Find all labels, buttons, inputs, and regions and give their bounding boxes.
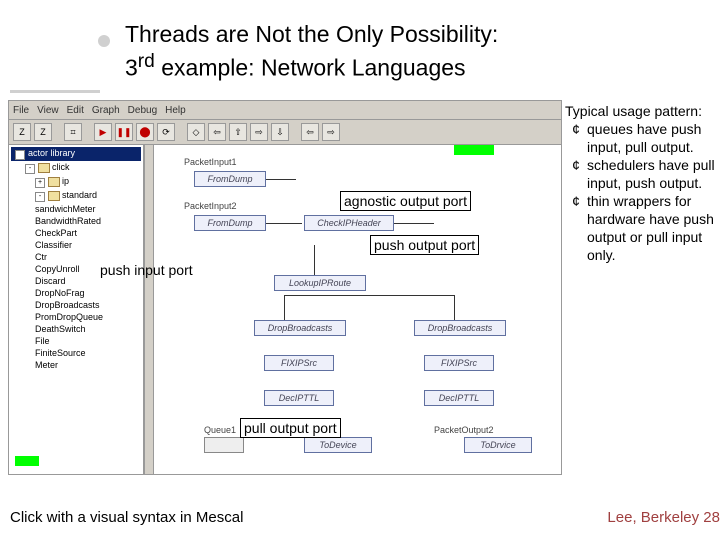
- tree-root[interactable]: -actor library: [11, 147, 141, 161]
- tree-item[interactable]: FiniteSource: [11, 347, 141, 359]
- node-dropbroadcasts[interactable]: DropBroadcasts: [254, 320, 346, 336]
- tree-item[interactable]: File: [11, 335, 141, 347]
- actor-library-tree[interactable]: -actor library -click +ip -standard sand…: [9, 145, 144, 475]
- menu-edit[interactable]: Edit: [67, 105, 84, 116]
- node-dropbroadcasts[interactable]: DropBroadcasts: [414, 320, 506, 336]
- nav-right-icon[interactable]: ⇨: [250, 123, 268, 141]
- folder-icon: [48, 177, 60, 187]
- bullet-icon: ¢: [565, 120, 587, 156]
- zoom-out-icon[interactable]: Z: [34, 123, 52, 141]
- title-line-1: Threads are Not the Only Possibility:: [125, 20, 680, 48]
- toolbar: Z Z ⌗ ▶ ❚❚ ⬤ ⟳ ◇ ⇦ ⇧ ⇨ ⇩ ⇦ ⇨: [9, 120, 561, 145]
- callout-push-input: push input port: [100, 262, 193, 278]
- node-decipttl[interactable]: DecIPTTL: [264, 390, 334, 406]
- tree-standard[interactable]: -standard: [11, 189, 141, 203]
- node-fromdump1[interactable]: FromDump: [194, 171, 266, 187]
- tree-item[interactable]: DropBroadcasts: [11, 299, 141, 311]
- tree-item[interactable]: DropNoFrag: [11, 287, 141, 299]
- menu-bar: File View Edit Graph Debug Help: [9, 101, 561, 120]
- bullet-schedulers: ¢ schedulers have pull input, push outpu…: [565, 156, 718, 192]
- tree-click[interactable]: -click: [11, 161, 141, 175]
- tree-ip[interactable]: +ip: [11, 175, 141, 189]
- decorative-dot: [98, 35, 110, 47]
- slide-title: Threads are Not the Only Possibility: 3r…: [125, 20, 680, 82]
- nav-diamond-icon[interactable]: ◇: [187, 123, 205, 141]
- expand-icon[interactable]: +: [35, 178, 45, 188]
- callout-pull-output: pull output port: [240, 420, 341, 436]
- node-queue1[interactable]: [204, 437, 244, 453]
- menu-debug[interactable]: Debug: [128, 105, 157, 116]
- menu-help[interactable]: Help: [165, 105, 186, 116]
- tree-item[interactable]: Classifier: [11, 239, 141, 251]
- stop-icon[interactable]: ⬤: [136, 123, 154, 141]
- node-label: PacketInput2: [184, 201, 237, 211]
- green-swatch: [15, 456, 39, 466]
- zoom-in-icon[interactable]: Z: [13, 123, 31, 141]
- node-lookupiproute[interactable]: LookupIPRoute: [274, 275, 366, 291]
- callout-push-output: push output port: [370, 237, 479, 253]
- expand-icon[interactable]: -: [25, 164, 35, 174]
- expand-icon[interactable]: -: [15, 150, 25, 160]
- tree-item[interactable]: PromDropQueue: [11, 311, 141, 323]
- menu-view[interactable]: View: [37, 105, 59, 116]
- bullet-wrappers: ¢ thin wrappers for hardware have push o…: [565, 192, 718, 264]
- expand-icon[interactable]: -: [35, 192, 45, 202]
- tree-item[interactable]: DeathSwitch: [11, 323, 141, 335]
- nav-up-icon[interactable]: ⇧: [229, 123, 247, 141]
- node-checkipheader[interactable]: CheckIPHeader: [304, 215, 394, 231]
- nav-down-icon[interactable]: ⇩: [271, 123, 289, 141]
- menu-file[interactable]: File: [13, 105, 29, 116]
- node-label: Queue1: [204, 425, 236, 435]
- node-label: PacketOutput2: [434, 425, 494, 435]
- tree-item[interactable]: Meter: [11, 359, 141, 371]
- step-icon[interactable]: ⟳: [157, 123, 175, 141]
- bullet-queues: ¢ queues have push input, pull output.: [565, 120, 718, 156]
- tree-item[interactable]: sandwichMeter: [11, 203, 141, 215]
- folder-icon: [38, 163, 50, 173]
- node-fromdump2[interactable]: FromDump: [194, 215, 266, 231]
- bullet-icon: ¢: [565, 156, 587, 192]
- usage-header: Typical usage pattern:: [565, 102, 718, 120]
- decorative-bar: [10, 90, 100, 93]
- node-label: PacketInput1: [184, 157, 237, 167]
- splitter[interactable]: [144, 145, 154, 475]
- node-fixipsrc[interactable]: FIXIPSrc: [424, 355, 494, 371]
- grid-icon[interactable]: ⌗: [64, 123, 82, 141]
- slide-caption: Click with a visual syntax in Mescal: [10, 509, 243, 526]
- forward-icon[interactable]: ⇨: [322, 123, 340, 141]
- nav-left-icon[interactable]: ⇦: [208, 123, 226, 141]
- pause-icon[interactable]: ❚❚: [115, 123, 133, 141]
- back-icon[interactable]: ⇦: [301, 123, 319, 141]
- usage-pattern-text: Typical usage pattern: ¢ queues have pus…: [565, 102, 718, 264]
- tree-item[interactable]: BandwidthRated: [11, 215, 141, 227]
- tree-item[interactable]: CheckPart: [11, 227, 141, 239]
- node-todevice2[interactable]: ToDrvice: [464, 437, 532, 453]
- slide-footer: Lee, Berkeley 28: [607, 509, 720, 526]
- node-todevice[interactable]: ToDevice: [304, 437, 372, 453]
- bullet-icon: ¢: [565, 192, 587, 264]
- menu-graph[interactable]: Graph: [92, 105, 120, 116]
- node-decipttl[interactable]: DecIPTTL: [424, 390, 494, 406]
- folder-icon: [48, 191, 60, 201]
- callout-agnostic-port: agnostic output port: [340, 193, 471, 209]
- title-line-2: 3rd example: Network Languages: [125, 48, 680, 82]
- node-fixipsrc[interactable]: FIXIPSrc: [264, 355, 334, 371]
- highlight: [454, 145, 494, 155]
- play-icon[interactable]: ▶: [94, 123, 112, 141]
